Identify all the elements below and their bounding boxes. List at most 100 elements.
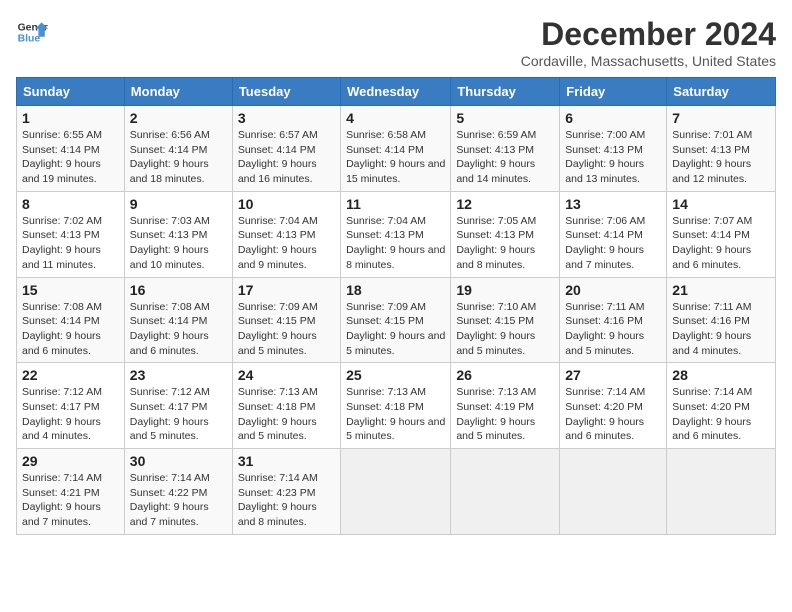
day-number: 26 <box>456 367 554 383</box>
day-info: Sunrise: 7:03 AMSunset: 4:13 PMDaylight:… <box>130 215 210 271</box>
day-number: 16 <box>130 282 227 298</box>
column-header-tuesday: Tuesday <box>232 78 340 106</box>
day-info: Sunrise: 6:55 AMSunset: 4:14 PMDaylight:… <box>22 129 102 185</box>
day-info: Sunrise: 7:11 AMSunset: 4:16 PMDaylight:… <box>565 301 644 357</box>
column-header-friday: Friday <box>560 78 667 106</box>
day-info: Sunrise: 7:08 AMSunset: 4:14 PMDaylight:… <box>130 301 210 357</box>
calendar-cell: 2 Sunrise: 6:56 AMSunset: 4:14 PMDayligh… <box>124 106 232 192</box>
calendar-cell: 15 Sunrise: 7:08 AMSunset: 4:14 PMDaylig… <box>17 277 125 363</box>
column-header-wednesday: Wednesday <box>341 78 451 106</box>
calendar-cell: 21 Sunrise: 7:11 AMSunset: 4:16 PMDaylig… <box>667 277 776 363</box>
calendar-week-row: 1 Sunrise: 6:55 AMSunset: 4:14 PMDayligh… <box>17 106 776 192</box>
calendar-cell <box>560 449 667 535</box>
day-info: Sunrise: 7:11 AMSunset: 4:16 PMDaylight:… <box>672 301 751 357</box>
location-title: Cordaville, Massachusetts, United States <box>521 53 776 69</box>
day-number: 14 <box>672 196 770 212</box>
day-number: 24 <box>238 367 335 383</box>
day-number: 7 <box>672 110 770 126</box>
calendar-cell: 31 Sunrise: 7:14 AMSunset: 4:23 PMDaylig… <box>232 449 340 535</box>
day-number: 30 <box>130 453 227 469</box>
day-number: 12 <box>456 196 554 212</box>
column-header-sunday: Sunday <box>17 78 125 106</box>
day-number: 25 <box>346 367 445 383</box>
calendar-cell: 19 Sunrise: 7:10 AMSunset: 4:15 PMDaylig… <box>451 277 560 363</box>
day-info: Sunrise: 7:02 AMSunset: 4:13 PMDaylight:… <box>22 215 102 271</box>
day-info: Sunrise: 7:09 AMSunset: 4:15 PMDaylight:… <box>238 301 318 357</box>
day-number: 15 <box>22 282 119 298</box>
day-info: Sunrise: 7:14 AMSunset: 4:21 PMDaylight:… <box>22 472 102 528</box>
calendar-cell <box>341 449 451 535</box>
day-number: 21 <box>672 282 770 298</box>
day-number: 23 <box>130 367 227 383</box>
logo-icon: General Blue <box>16 16 48 48</box>
calendar-cell <box>667 449 776 535</box>
day-number: 18 <box>346 282 445 298</box>
calendar-cell: 7 Sunrise: 7:01 AMSunset: 4:13 PMDayligh… <box>667 106 776 192</box>
column-header-thursday: Thursday <box>451 78 560 106</box>
day-info: Sunrise: 7:13 AMSunset: 4:19 PMDaylight:… <box>456 386 536 442</box>
calendar-cell: 24 Sunrise: 7:13 AMSunset: 4:18 PMDaylig… <box>232 363 340 449</box>
day-number: 22 <box>22 367 119 383</box>
calendar-cell: 23 Sunrise: 7:12 AMSunset: 4:17 PMDaylig… <box>124 363 232 449</box>
day-info: Sunrise: 6:56 AMSunset: 4:14 PMDaylight:… <box>130 129 210 185</box>
day-info: Sunrise: 7:14 AMSunset: 4:20 PMDaylight:… <box>672 386 752 442</box>
svg-text:Blue: Blue <box>18 34 41 45</box>
calendar-cell: 1 Sunrise: 6:55 AMSunset: 4:14 PMDayligh… <box>17 106 125 192</box>
day-number: 5 <box>456 110 554 126</box>
calendar-cell: 30 Sunrise: 7:14 AMSunset: 4:22 PMDaylig… <box>124 449 232 535</box>
day-info: Sunrise: 7:14 AMSunset: 4:22 PMDaylight:… <box>130 472 210 528</box>
day-number: 9 <box>130 196 227 212</box>
day-info: Sunrise: 7:06 AMSunset: 4:14 PMDaylight:… <box>565 215 645 271</box>
day-info: Sunrise: 7:07 AMSunset: 4:14 PMDaylight:… <box>672 215 752 271</box>
calendar-cell: 6 Sunrise: 7:00 AMSunset: 4:13 PMDayligh… <box>560 106 667 192</box>
day-number: 29 <box>22 453 119 469</box>
day-info: Sunrise: 6:57 AMSunset: 4:14 PMDaylight:… <box>238 129 318 185</box>
calendar-cell: 18 Sunrise: 7:09 AMSunset: 4:15 PMDaylig… <box>341 277 451 363</box>
day-number: 13 <box>565 196 661 212</box>
calendar-week-row: 8 Sunrise: 7:02 AMSunset: 4:13 PMDayligh… <box>17 191 776 277</box>
calendar-week-row: 15 Sunrise: 7:08 AMSunset: 4:14 PMDaylig… <box>17 277 776 363</box>
day-info: Sunrise: 7:00 AMSunset: 4:13 PMDaylight:… <box>565 129 645 185</box>
calendar-cell: 8 Sunrise: 7:02 AMSunset: 4:13 PMDayligh… <box>17 191 125 277</box>
title-area: December 2024 Cordaville, Massachusetts,… <box>521 16 776 69</box>
day-info: Sunrise: 7:14 AMSunset: 4:20 PMDaylight:… <box>565 386 645 442</box>
calendar-table: SundayMondayTuesdayWednesdayThursdayFrid… <box>16 77 776 535</box>
day-info: Sunrise: 6:59 AMSunset: 4:13 PMDaylight:… <box>456 129 536 185</box>
day-number: 19 <box>456 282 554 298</box>
calendar-cell: 20 Sunrise: 7:11 AMSunset: 4:16 PMDaylig… <box>560 277 667 363</box>
calendar-cell: 12 Sunrise: 7:05 AMSunset: 4:13 PMDaylig… <box>451 191 560 277</box>
day-info: Sunrise: 7:12 AMSunset: 4:17 PMDaylight:… <box>22 386 102 442</box>
calendar-cell: 17 Sunrise: 7:09 AMSunset: 4:15 PMDaylig… <box>232 277 340 363</box>
calendar-cell: 5 Sunrise: 6:59 AMSunset: 4:13 PMDayligh… <box>451 106 560 192</box>
day-number: 20 <box>565 282 661 298</box>
column-header-saturday: Saturday <box>667 78 776 106</box>
calendar-cell: 16 Sunrise: 7:08 AMSunset: 4:14 PMDaylig… <box>124 277 232 363</box>
calendar-cell: 3 Sunrise: 6:57 AMSunset: 4:14 PMDayligh… <box>232 106 340 192</box>
day-info: Sunrise: 7:10 AMSunset: 4:15 PMDaylight:… <box>456 301 536 357</box>
calendar-cell: 14 Sunrise: 7:07 AMSunset: 4:14 PMDaylig… <box>667 191 776 277</box>
calendar-cell: 25 Sunrise: 7:13 AMSunset: 4:18 PMDaylig… <box>341 363 451 449</box>
day-number: 10 <box>238 196 335 212</box>
day-info: Sunrise: 7:04 AMSunset: 4:13 PMDaylight:… <box>346 215 445 271</box>
calendar-body: 1 Sunrise: 6:55 AMSunset: 4:14 PMDayligh… <box>17 106 776 535</box>
column-header-monday: Monday <box>124 78 232 106</box>
day-number: 17 <box>238 282 335 298</box>
calendar-cell: 13 Sunrise: 7:06 AMSunset: 4:14 PMDaylig… <box>560 191 667 277</box>
calendar-cell: 27 Sunrise: 7:14 AMSunset: 4:20 PMDaylig… <box>560 363 667 449</box>
day-info: Sunrise: 7:13 AMSunset: 4:18 PMDaylight:… <box>238 386 318 442</box>
calendar-cell <box>451 449 560 535</box>
logo: General Blue <box>16 16 48 48</box>
day-number: 8 <box>22 196 119 212</box>
day-number: 11 <box>346 196 445 212</box>
calendar-cell: 26 Sunrise: 7:13 AMSunset: 4:19 PMDaylig… <box>451 363 560 449</box>
day-info: Sunrise: 7:12 AMSunset: 4:17 PMDaylight:… <box>130 386 210 442</box>
calendar-cell: 9 Sunrise: 7:03 AMSunset: 4:13 PMDayligh… <box>124 191 232 277</box>
day-number: 28 <box>672 367 770 383</box>
day-number: 6 <box>565 110 661 126</box>
day-info: Sunrise: 7:08 AMSunset: 4:14 PMDaylight:… <box>22 301 102 357</box>
day-info: Sunrise: 6:58 AMSunset: 4:14 PMDaylight:… <box>346 129 445 185</box>
calendar-cell: 28 Sunrise: 7:14 AMSunset: 4:20 PMDaylig… <box>667 363 776 449</box>
calendar-cell: 11 Sunrise: 7:04 AMSunset: 4:13 PMDaylig… <box>341 191 451 277</box>
day-info: Sunrise: 7:01 AMSunset: 4:13 PMDaylight:… <box>672 129 752 185</box>
month-title: December 2024 <box>521 16 776 53</box>
